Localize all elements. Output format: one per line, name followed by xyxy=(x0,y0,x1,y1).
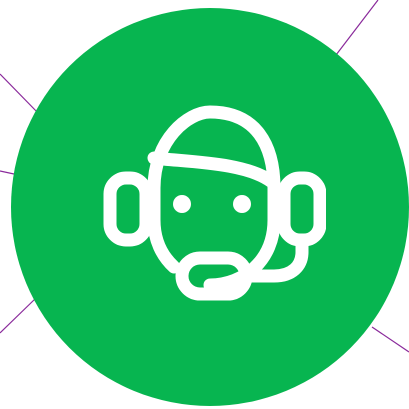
connector-line-bottom-left xyxy=(0,297,37,334)
head-side-left xyxy=(147,181,181,274)
connector-line-left xyxy=(0,170,15,175)
connector-line-bottom-right xyxy=(371,326,409,353)
right-ear-cup xyxy=(277,171,326,247)
connector-line-top-left xyxy=(0,73,41,116)
customer-support-headset-icon xyxy=(103,105,326,301)
right-eye xyxy=(233,195,251,213)
connector-line-top-right xyxy=(335,0,379,56)
left-eye xyxy=(173,195,191,213)
left-ear-cup xyxy=(103,171,153,247)
hair-fringe xyxy=(147,151,279,189)
support-avatar-canvas xyxy=(0,0,409,409)
